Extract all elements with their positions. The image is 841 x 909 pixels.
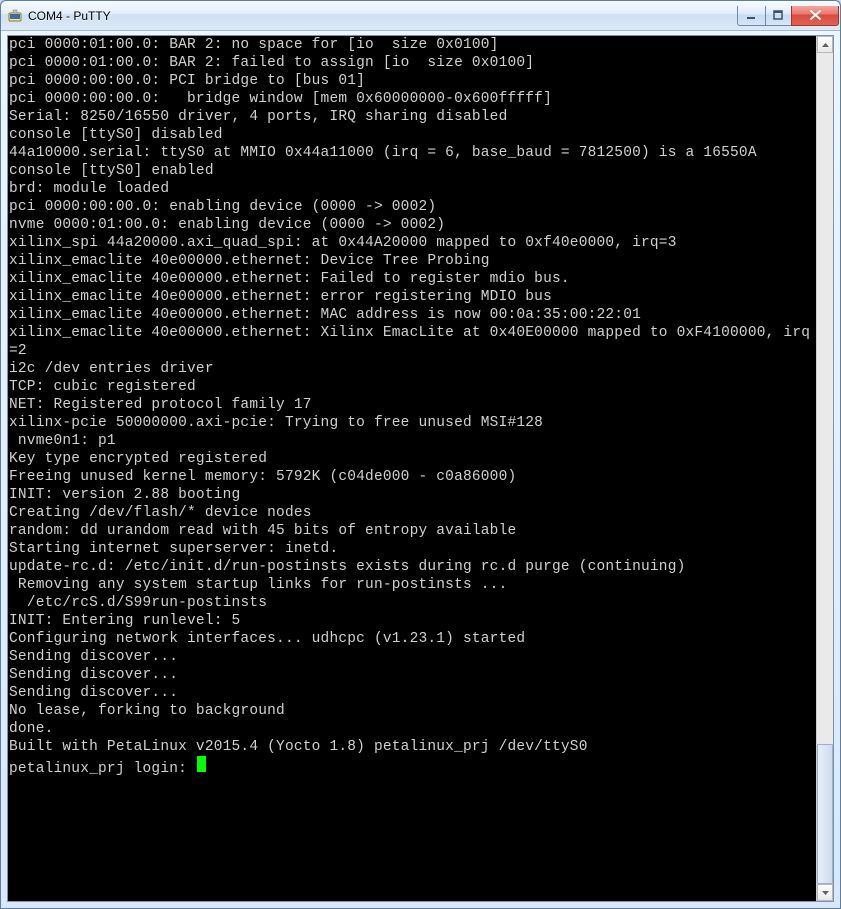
titlebar[interactable]: COM4 - PuTTY <box>1 1 840 31</box>
prompt-text: petalinux_prj login: <box>9 760 196 778</box>
maximize-button[interactable] <box>765 6 792 26</box>
terminal-line: pci 0000:00:00.0: bridge window [mem 0x6… <box>9 90 816 108</box>
terminal-line: done. <box>9 720 816 738</box>
window-controls <box>738 1 840 30</box>
terminal-line: pci 0000:01:00.0: BAR 2: failed to assig… <box>9 54 816 72</box>
terminal-line: Sending discover... <box>9 666 816 684</box>
terminal-line: Sending discover... <box>9 648 816 666</box>
terminal-output: pci 0000:01:00.0: BAR 2: no space for [i… <box>8 36 816 778</box>
terminal-line: xilinx-pcie 50000000.axi-pcie: Trying to… <box>9 414 816 432</box>
terminal-line: pci 0000:01:00.0: BAR 2: no space for [i… <box>9 36 816 54</box>
cursor <box>197 756 206 772</box>
putty-icon <box>7 8 23 24</box>
terminal-line: No lease, forking to background <box>9 702 816 720</box>
terminal-viewport[interactable]: pci 0000:01:00.0: BAR 2: no space for [i… <box>8 36 816 901</box>
terminal-line: console [ttyS0] disabled <box>9 126 816 144</box>
terminal-line: xilinx_emaclite 40e00000.ethernet: Devic… <box>9 252 816 270</box>
terminal-line: 44a10000.serial: ttyS0 at MMIO 0x44a1100… <box>9 144 816 162</box>
terminal-line: Starting internet superserver: inetd. <box>9 540 816 558</box>
login-prompt[interactable]: petalinux_prj login: <box>9 756 816 778</box>
terminal-line: NET: Registered protocol family 17 <box>9 396 816 414</box>
terminal-line: nvme 0000:01:00.0: enabling device (0000… <box>9 216 816 234</box>
terminal-line: xilinx_emaclite 40e00000.ethernet: Faile… <box>9 270 816 288</box>
terminal-line: xilinx_spi 44a20000.axi_quad_spi: at 0x4… <box>9 234 816 252</box>
vertical-scrollbar[interactable] <box>816 36 833 901</box>
terminal-line: Creating /dev/flash/* device nodes <box>9 504 816 522</box>
terminal-line: console [ttyS0] enabled <box>9 162 816 180</box>
terminal-line: Configuring network interfaces... udhcpc… <box>9 630 816 648</box>
terminal-line: nvme0n1: p1 <box>9 432 816 450</box>
terminal-line: Removing any system startup links for ru… <box>9 576 816 594</box>
close-button[interactable] <box>791 6 839 26</box>
minimize-button[interactable] <box>737 6 766 26</box>
chevron-down-icon <box>822 891 829 895</box>
terminal-line: Serial: 8250/16550 driver, 4 ports, IRQ … <box>9 108 816 126</box>
scroll-up-button[interactable] <box>817 36 833 53</box>
scroll-down-button[interactable] <box>817 884 833 901</box>
terminal-line: INIT: version 2.88 booting <box>9 486 816 504</box>
terminal-line: xilinx_emaclite 40e00000.ethernet: error… <box>9 288 816 306</box>
terminal-line: pci 0000:00:00.0: PCI bridge to [bus 01] <box>9 72 816 90</box>
terminal-line: xilinx_emaclite 40e00000.ethernet: MAC a… <box>9 306 816 324</box>
terminal-line: INIT: Entering runlevel: 5 <box>9 612 816 630</box>
scrollbar-track[interactable] <box>817 53 833 884</box>
terminal-line: TCP: cubic registered <box>9 378 816 396</box>
window-title: COM4 - PuTTY <box>28 9 738 23</box>
terminal-line: Sending discover... <box>9 684 816 702</box>
terminal-line: i2c /dev entries driver <box>9 360 816 378</box>
chevron-up-icon <box>822 43 829 47</box>
close-icon <box>809 10 822 21</box>
terminal-line: Freeing unused kernel memory: 5792K (c04… <box>9 468 816 486</box>
maximize-icon <box>773 10 784 21</box>
terminal-line: random: dd urandom read with 45 bits of … <box>9 522 816 540</box>
minimize-icon <box>746 10 757 21</box>
terminal-line: xilinx_emaclite 40e00000.ethernet: Xilin… <box>9 324 816 360</box>
terminal-line: Built with PetaLinux v2015.4 (Yocto 1.8)… <box>9 738 816 756</box>
terminal-line: Key type encrypted registered <box>9 450 816 468</box>
terminal-line: /etc/rcS.d/S99run-postinsts <box>9 594 816 612</box>
putty-window: COM4 - PuTTY pci 0000:01:00.0: BAR 2: no… <box>0 0 841 909</box>
client-area: pci 0000:01:00.0: BAR 2: no space for [i… <box>7 35 834 902</box>
terminal-line: pci 0000:00:00.0: enabling device (0000 … <box>9 198 816 216</box>
terminal-line: brd: module loaded <box>9 180 816 198</box>
scrollbar-thumb[interactable] <box>817 744 833 884</box>
terminal-line: update-rc.d: /etc/init.d/run-postinsts e… <box>9 558 816 576</box>
